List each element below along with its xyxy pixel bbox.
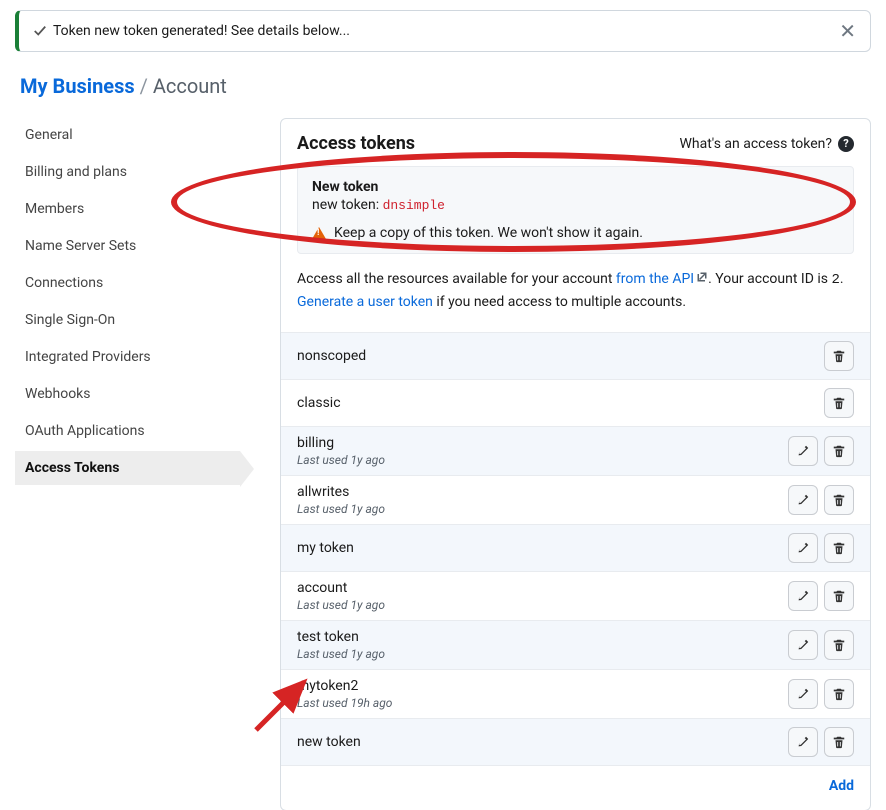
delete-button[interactable] bbox=[824, 727, 854, 757]
new-token-box: New token new token: dnsimple Keep a cop… bbox=[297, 166, 854, 254]
account-id: 2 bbox=[831, 272, 839, 288]
sidebar-item-access-tokens[interactable]: Access Tokens bbox=[15, 451, 240, 485]
token-name: classic bbox=[297, 395, 341, 411]
sidebar-item-name-server-sets[interactable]: Name Server Sets bbox=[15, 229, 240, 263]
help-link[interactable]: What's an access token? ? bbox=[679, 136, 854, 152]
token-name: test token bbox=[297, 629, 385, 645]
delete-button[interactable] bbox=[824, 533, 854, 563]
new-token-prefix: new token: bbox=[312, 197, 383, 213]
new-token-line: new token: dnsimple bbox=[312, 197, 839, 213]
check-icon bbox=[33, 24, 47, 38]
alert-bar: Token new token generated! See details b… bbox=[15, 10, 871, 52]
sidebar-item-members[interactable]: Members bbox=[15, 192, 240, 226]
table-row: allwrites Last used 1y ago bbox=[281, 476, 870, 525]
generate-user-token-link[interactable]: Generate a user token bbox=[297, 294, 433, 310]
delete-button[interactable] bbox=[824, 679, 854, 709]
token-name: new token bbox=[297, 734, 361, 750]
token-meta: Last used 1y ago bbox=[297, 453, 385, 467]
desc-text-4: if you need access to multiple accounts. bbox=[433, 294, 686, 310]
edit-button[interactable] bbox=[788, 436, 818, 466]
table-row: test token Last used 1y ago bbox=[281, 621, 870, 670]
sidebar: GeneralBilling and plansMembersName Serv… bbox=[15, 118, 240, 810]
token-name: allwrites bbox=[297, 484, 385, 500]
edit-button[interactable] bbox=[788, 630, 818, 660]
breadcrumb: My Business / Account bbox=[15, 74, 871, 98]
main-panel: Access tokens What's an access token? ? … bbox=[280, 118, 871, 810]
token-name: mytoken2 bbox=[297, 678, 392, 694]
edit-button[interactable] bbox=[788, 727, 818, 757]
edit-button[interactable] bbox=[788, 485, 818, 515]
edit-button[interactable] bbox=[788, 533, 818, 563]
alert-message: Token new token generated! See details b… bbox=[33, 23, 350, 39]
token-name: account bbox=[297, 580, 385, 596]
new-token-value: dnsimple bbox=[383, 198, 445, 213]
sidebar-item-connections[interactable]: Connections bbox=[15, 266, 240, 300]
token-meta: Last used 1y ago bbox=[297, 647, 385, 661]
desc-text-3: . bbox=[840, 271, 844, 287]
table-row: billing Last used 1y ago bbox=[281, 427, 870, 476]
breadcrumb-current: Account bbox=[153, 74, 227, 98]
sidebar-item-billing-and-plans[interactable]: Billing and plans bbox=[15, 155, 240, 189]
desc-text-1: Access all the resources available for y… bbox=[297, 271, 616, 287]
warning-icon bbox=[312, 227, 326, 239]
token-name: nonscoped bbox=[297, 348, 366, 364]
token-name: my token bbox=[297, 540, 354, 556]
table-row: nonscoped bbox=[281, 333, 870, 380]
delete-button[interactable] bbox=[824, 485, 854, 515]
table-row: new token bbox=[281, 719, 870, 766]
new-token-title: New token bbox=[312, 179, 839, 195]
new-token-warning: Keep a copy of this token. We won't show… bbox=[334, 225, 643, 241]
delete-button[interactable] bbox=[824, 388, 854, 418]
sidebar-item-integrated-providers[interactable]: Integrated Providers bbox=[15, 340, 240, 374]
token-meta: Last used 1y ago bbox=[297, 598, 385, 612]
delete-button[interactable] bbox=[824, 436, 854, 466]
alert-text: Token new token generated! See details b… bbox=[53, 23, 350, 39]
edit-button[interactable] bbox=[788, 679, 818, 709]
table-row: account Last used 1y ago bbox=[281, 572, 870, 621]
add-button[interactable]: Add bbox=[829, 778, 854, 794]
table-row: classic bbox=[281, 380, 870, 427]
description: Access all the resources available for y… bbox=[281, 268, 870, 324]
help-link-label: What's an access token? bbox=[679, 136, 832, 152]
close-icon[interactable]: ✕ bbox=[839, 21, 856, 41]
delete-button[interactable] bbox=[824, 581, 854, 611]
sidebar-item-general[interactable]: General bbox=[15, 118, 240, 152]
breadcrumb-home[interactable]: My Business bbox=[20, 74, 135, 98]
token-list: nonscopedclassicbillingLast used 1y agoa… bbox=[281, 332, 870, 766]
section-title: Access tokens bbox=[297, 133, 415, 154]
token-meta: Last used 1y ago bbox=[297, 502, 385, 516]
table-row: my token bbox=[281, 525, 870, 572]
delete-button[interactable] bbox=[824, 630, 854, 660]
breadcrumb-sep: / bbox=[135, 74, 153, 98]
external-link-icon bbox=[696, 268, 708, 290]
edit-button[interactable] bbox=[788, 581, 818, 611]
question-icon: ? bbox=[838, 136, 854, 152]
token-meta: Last used 19h ago bbox=[297, 696, 392, 710]
table-row: mytoken2 Last used 19h ago bbox=[281, 670, 870, 719]
delete-button[interactable] bbox=[824, 341, 854, 371]
sidebar-item-single-sign-on[interactable]: Single Sign-On bbox=[15, 303, 240, 337]
api-link[interactable]: from the API bbox=[616, 271, 694, 287]
token-name: billing bbox=[297, 435, 385, 451]
desc-text-2: . Your account ID is bbox=[708, 271, 831, 287]
sidebar-item-oauth-applications[interactable]: OAuth Applications bbox=[15, 414, 240, 448]
sidebar-item-webhooks[interactable]: Webhooks bbox=[15, 377, 240, 411]
